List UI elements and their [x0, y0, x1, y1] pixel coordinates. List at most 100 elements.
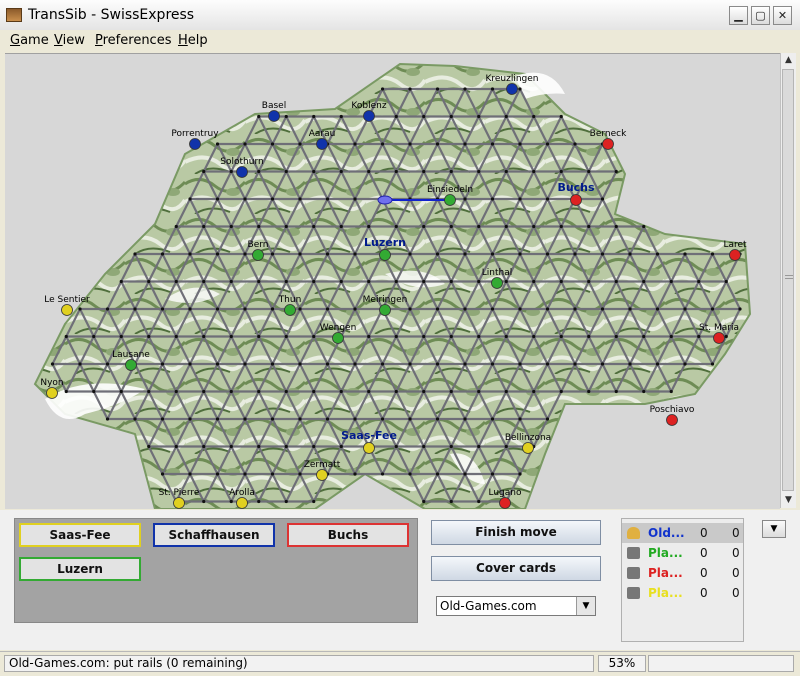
grid-node[interactable] [449, 499, 453, 504]
grid-node[interactable] [463, 307, 467, 311]
player-row[interactable]: Old... 0 0 [622, 523, 743, 543]
grid-node[interactable] [477, 224, 481, 229]
grid-node[interactable] [270, 472, 275, 476]
grid-node[interactable] [724, 334, 728, 339]
grid-node[interactable] [270, 417, 275, 421]
grid-node[interactable] [243, 142, 247, 146]
grid-node[interactable] [174, 334, 178, 339]
grid-node[interactable] [422, 114, 426, 119]
menu-help[interactable]: Help [178, 33, 208, 48]
grid-node[interactable] [353, 252, 357, 256]
grid-node[interactable] [422, 169, 426, 174]
grid-node[interactable] [710, 307, 715, 311]
grid-node[interactable] [257, 279, 261, 284]
grid-node[interactable] [105, 362, 110, 366]
grid-node[interactable] [642, 334, 646, 339]
grid-node[interactable] [257, 334, 261, 339]
grid-node[interactable] [449, 114, 453, 119]
grid-node[interactable] [435, 252, 440, 256]
grid-node[interactable] [504, 279, 508, 284]
grid-node[interactable] [188, 417, 192, 421]
grid-node[interactable] [504, 169, 508, 174]
grid-node[interactable] [119, 334, 123, 339]
city-marker[interactable] [284, 304, 296, 316]
grid-node[interactable] [532, 224, 536, 229]
grid-node[interactable] [160, 362, 165, 366]
grid-node[interactable] [435, 362, 440, 366]
grid-node[interactable] [587, 389, 591, 394]
city-marker[interactable] [332, 332, 344, 344]
grid-node[interactable] [559, 279, 563, 284]
grid-node[interactable] [298, 307, 302, 311]
city-marker[interactable] [506, 83, 518, 95]
player-row[interactable]: Pla... 0 0 [622, 583, 743, 603]
grid-node[interactable] [229, 499, 233, 504]
grid-node[interactable] [92, 334, 96, 339]
grid-node[interactable] [64, 334, 68, 339]
grid-node[interactable] [600, 362, 605, 366]
grid-node[interactable] [339, 444, 343, 449]
grid-node[interactable] [325, 307, 330, 311]
grid-node[interactable] [353, 417, 357, 421]
grid-node[interactable] [312, 389, 316, 394]
grid-node[interactable] [490, 197, 495, 201]
grid-node[interactable] [669, 334, 673, 339]
grid-node[interactable] [50, 362, 55, 366]
grid-node[interactable] [518, 362, 522, 366]
grid-node[interactable] [600, 307, 605, 311]
city-marker[interactable] [666, 414, 678, 426]
grid-node[interactable] [394, 279, 398, 284]
grid-node[interactable] [243, 197, 247, 201]
grid-node[interactable] [518, 87, 522, 91]
grid-node[interactable] [339, 169, 343, 174]
grid-node[interactable] [133, 307, 137, 311]
grid-node[interactable] [408, 307, 412, 311]
grid-node[interactable] [697, 334, 701, 339]
grid-node[interactable] [380, 472, 385, 476]
grid-node[interactable] [270, 307, 275, 311]
grid-node[interactable] [655, 362, 660, 366]
chevron-down-icon[interactable]: ▼ [576, 597, 595, 615]
grid-node[interactable] [463, 417, 467, 421]
finish-move-button[interactable]: Finish move [431, 520, 601, 545]
grid-node[interactable] [545, 307, 550, 311]
grid-node[interactable] [463, 472, 467, 476]
grid-node[interactable] [312, 499, 316, 504]
grid-node[interactable] [518, 252, 522, 256]
grid-node[interactable] [105, 307, 110, 311]
grid-node[interactable] [380, 87, 385, 91]
grid-node[interactable] [463, 87, 467, 91]
grid-node[interactable] [463, 362, 467, 366]
grid-node[interactable] [243, 417, 247, 421]
grid-node[interactable] [669, 389, 673, 394]
grid-node[interactable] [490, 307, 495, 311]
grid-node[interactable] [408, 252, 412, 256]
grid-node[interactable] [257, 169, 261, 174]
grid-node[interactable] [284, 444, 288, 449]
grid-node[interactable] [367, 279, 371, 284]
grid-node[interactable] [202, 279, 206, 284]
grid-node[interactable] [202, 499, 206, 504]
grid-node[interactable] [573, 362, 577, 366]
scroll-up-arrow-icon[interactable]: ▲ [781, 53, 796, 68]
grid-node[interactable] [380, 417, 385, 421]
grid-node[interactable] [298, 252, 302, 256]
grid-node[interactable] [284, 499, 288, 504]
grid-node[interactable] [408, 142, 412, 146]
grid-node[interactable] [229, 224, 233, 229]
grid-node[interactable] [504, 334, 508, 339]
grid-node[interactable] [229, 334, 233, 339]
city-marker[interactable] [379, 249, 391, 261]
grid-node[interactable] [215, 472, 220, 476]
grid-node[interactable] [257, 114, 261, 119]
city-marker[interactable] [499, 497, 511, 509]
grid-node[interactable] [408, 362, 412, 366]
grid-node[interactable] [353, 197, 357, 201]
grid-node[interactable] [545, 362, 550, 366]
grid-node[interactable] [380, 142, 385, 146]
grid-node[interactable] [174, 279, 178, 284]
grid-node[interactable] [202, 224, 206, 229]
grid-node[interactable] [422, 224, 426, 229]
grid-node[interactable] [257, 224, 261, 229]
grid-node[interactable] [229, 279, 233, 284]
